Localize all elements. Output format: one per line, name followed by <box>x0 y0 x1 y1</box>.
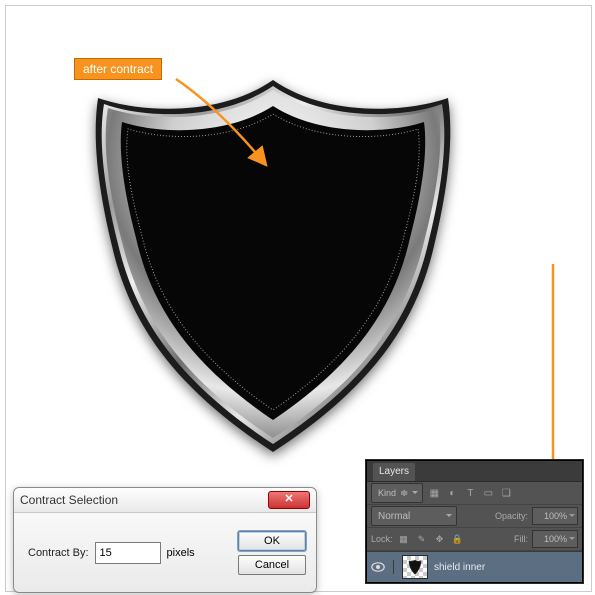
ok-button[interactable]: OK <box>238 531 306 551</box>
dialog-titlebar[interactable]: Contract Selection ✕ <box>14 488 316 513</box>
filter-smart-icon[interactable]: ❏ <box>499 486 513 500</box>
lock-all-icon[interactable]: 🔒 <box>451 532 465 546</box>
filter-shape-icon[interactable]: ▭ <box>481 486 495 500</box>
close-button[interactable]: ✕ <box>268 491 310 509</box>
lock-label: Lock: <box>371 534 393 544</box>
divider <box>393 560 394 574</box>
lock-pixels-icon[interactable]: ✎ <box>415 532 429 546</box>
layer-name[interactable]: shield inner <box>434 562 485 573</box>
contract-by-label: Contract By: <box>28 547 89 559</box>
opacity-label: Opacity: <box>495 511 528 521</box>
lock-transparency-icon[interactable]: ▦ <box>397 532 411 546</box>
lock-position-icon[interactable]: ✥ <box>433 532 447 546</box>
canvas-area: after contract Contract Selection ✕ Cont… <box>5 5 592 592</box>
opacity-value[interactable]: 100% <box>532 507 578 525</box>
filter-row: Kind ≑ ▦ ◐ T ▭ ❏ <box>367 482 582 505</box>
shield-icon <box>408 559 422 575</box>
kind-filter-select[interactable]: Kind ≑ <box>371 483 423 503</box>
contract-by-unit: pixels <box>167 547 195 559</box>
visibility-toggle[interactable] <box>371 560 385 574</box>
contract-selection-dialog: Contract Selection ✕ Contract By: pixels… <box>13 487 317 593</box>
fill-label: Fill: <box>514 534 528 544</box>
filter-adjustment-icon[interactable]: ◐ <box>445 486 459 500</box>
tab-layers[interactable]: Layers <box>373 463 415 481</box>
fill-value[interactable]: 100% <box>532 530 578 548</box>
annotation-label: after contract <box>83 62 153 76</box>
contract-by-input[interactable] <box>95 542 161 564</box>
layer-row-shield-inner[interactable]: shield inner <box>367 551 582 582</box>
close-icon: ✕ <box>284 493 293 505</box>
filter-type-icon[interactable]: T <box>463 486 477 500</box>
layers-panel: Layers Kind ≑ ▦ ◐ T ▭ ❏ Normal Opacity: … <box>366 460 583 583</box>
lock-row: Lock: ▦ ✎ ✥ 🔒 Fill: 100% <box>367 528 582 551</box>
layer-thumbnail[interactable] <box>402 555 428 579</box>
eye-icon <box>371 562 385 572</box>
annotation-callout: after contract <box>74 58 162 80</box>
shield-image <box>78 68 468 471</box>
cancel-button[interactable]: Cancel <box>238 555 306 575</box>
blend-row: Normal Opacity: 100% <box>367 505 582 528</box>
blend-mode-select[interactable]: Normal <box>371 506 457 526</box>
panel-tabs: Layers <box>367 461 582 482</box>
dialog-body: Contract By: pixels OK Cancel <box>14 513 316 583</box>
dialog-title: Contract Selection <box>20 493 118 507</box>
filter-pixel-icon[interactable]: ▦ <box>427 486 441 500</box>
